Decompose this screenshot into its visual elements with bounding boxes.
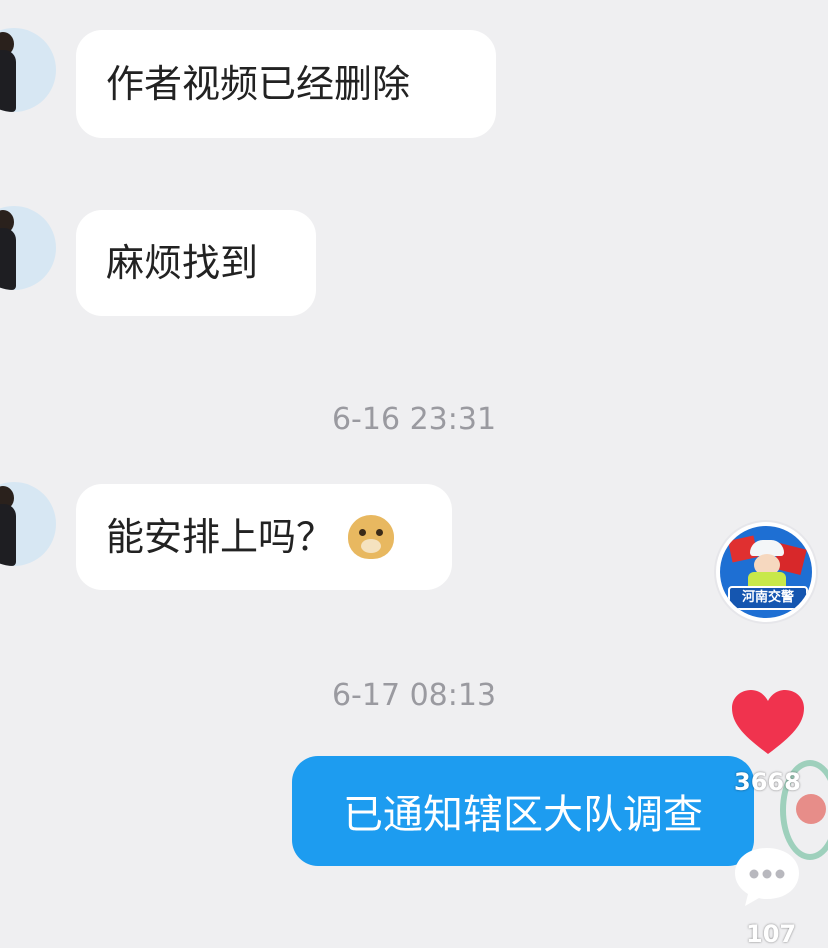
like-count: 3668 — [734, 768, 801, 796]
heart-icon — [732, 690, 804, 754]
message-text: 麻烦找到 — [106, 241, 259, 285]
sender-avatar[interactable] — [0, 206, 56, 290]
message-bubble[interactable]: 作者视频已经删除 — [76, 30, 496, 138]
sender-avatar[interactable] — [0, 482, 56, 566]
police-mascot-icon: 河南交警 — [720, 526, 812, 618]
avatar-figure — [0, 504, 16, 566]
message-text: 作者视频已经删除 — [106, 62, 411, 106]
reply-bubble[interactable]: 已通知辖区大队调查 — [292, 756, 754, 866]
message-text: 能安排上吗？ — [106, 515, 335, 559]
sender-avatar[interactable] — [0, 28, 56, 112]
like-button[interactable] — [730, 688, 806, 758]
message-bubble[interactable]: 麻烦找到 — [76, 210, 316, 316]
timestamp: 6-16 23:31 — [331, 402, 497, 437]
comment-bubble-icon — [735, 848, 799, 906]
reply-text: 已通知辖区大队调查 — [343, 792, 703, 838]
message-bubble[interactable]: 能安排上吗？ — [76, 484, 452, 590]
avatar-figure — [0, 228, 16, 290]
comment-button[interactable] — [732, 844, 802, 908]
avatar-figure — [0, 50, 16, 112]
account-avatar-label: 河南交警 — [728, 586, 808, 610]
doge-emoji-icon — [348, 515, 395, 559]
timestamp: 6-17 08:13 — [331, 678, 497, 713]
account-avatar-badge[interactable]: 河南交警 — [716, 522, 816, 622]
